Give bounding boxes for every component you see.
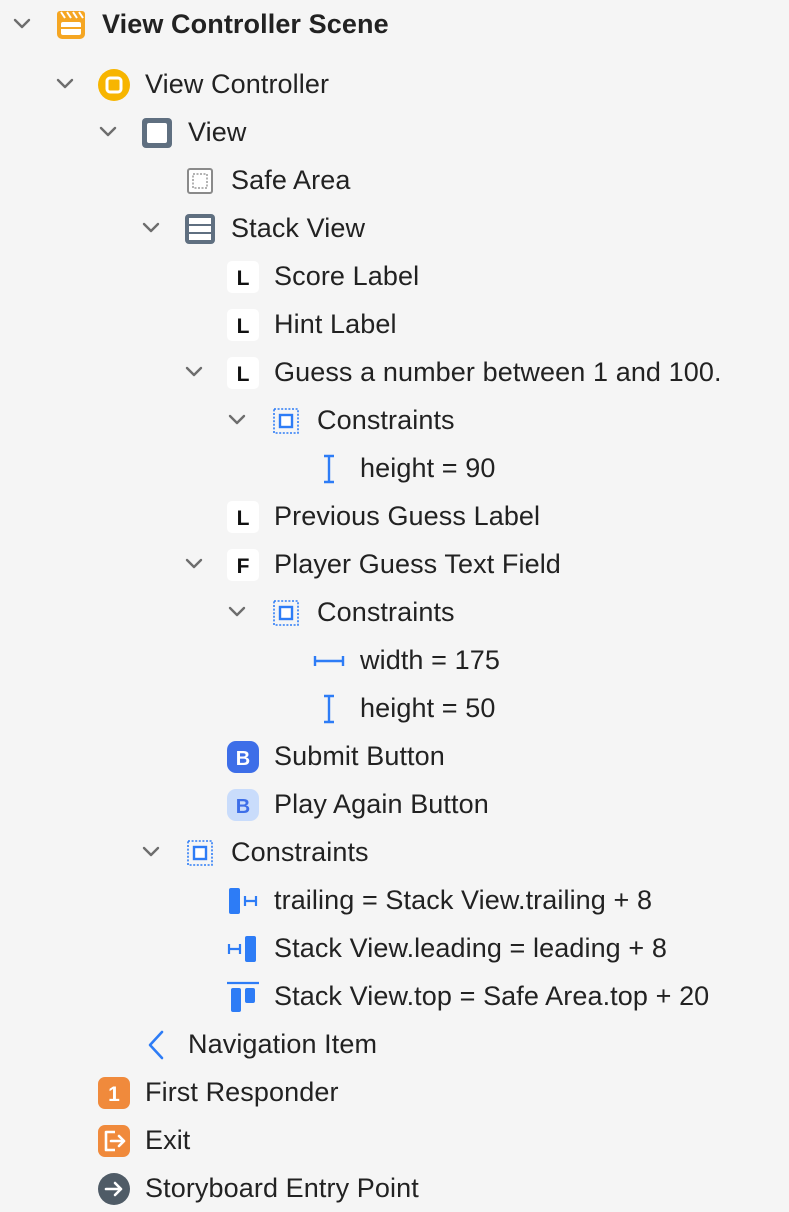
outline-row-constraints[interactable]: Constraints xyxy=(0,396,789,444)
document-outline: View Controller Scene View Controller Vi… xyxy=(0,0,789,1205)
outline-row-label: Player Guess Text Field xyxy=(274,549,561,579)
button-badge-letter: B xyxy=(236,796,250,818)
outline-row-constraints[interactable]: Constraints xyxy=(0,588,789,636)
outline-row-label: View Controller Scene xyxy=(102,9,389,39)
outline-row-play-again-button[interactable]: B Play Again Button xyxy=(0,780,789,828)
storyboard-scene-icon xyxy=(54,8,88,42)
label-icon: L xyxy=(226,260,260,294)
outline-row-previous-guess-label[interactable]: L Previous Guess Label xyxy=(0,492,789,540)
outline-row-score-label[interactable]: L Score Label xyxy=(0,252,789,300)
outline-row-storyboard-entry-point[interactable]: Storyboard Entry Point xyxy=(0,1164,789,1212)
constraints-icon xyxy=(269,596,303,630)
constraints-icon xyxy=(183,836,217,870)
label-badge-letter: L xyxy=(237,363,250,386)
outline-row-label: Constraints xyxy=(231,837,369,867)
leading-constraint-icon xyxy=(226,932,260,966)
outline-row-label: height = 90 xyxy=(360,453,496,483)
chevron-down-icon[interactable] xyxy=(184,554,204,574)
outline-row-label: Constraints xyxy=(317,405,455,435)
trailing-constraint-icon xyxy=(226,884,260,918)
outline-row-first-responder[interactable]: 1 First Responder xyxy=(0,1068,789,1116)
outline-row-stack-view[interactable]: Stack View xyxy=(0,204,789,252)
text-field-badge-letter: F xyxy=(237,555,250,578)
exit-icon xyxy=(97,1124,131,1158)
top-constraint-icon xyxy=(226,980,260,1014)
outline-row-hint-label[interactable]: L Hint Label xyxy=(0,300,789,348)
outline-row-navigation-item[interactable]: Navigation Item xyxy=(0,1020,789,1068)
navigation-item-icon xyxy=(140,1028,174,1062)
label-icon: L xyxy=(226,308,260,342)
storyboard-entry-point-icon xyxy=(97,1172,131,1206)
chevron-down-icon[interactable] xyxy=(55,74,75,94)
button-icon: B xyxy=(226,740,260,774)
outline-row-label: Submit Button xyxy=(274,741,445,771)
chevron-down-icon[interactable] xyxy=(12,14,32,34)
label-badge-letter: L xyxy=(237,267,250,290)
outline-row-view-controller[interactable]: View Controller xyxy=(0,60,789,108)
outline-row-label: Play Again Button xyxy=(274,789,489,819)
view-icon xyxy=(140,116,174,150)
outline-row-label: Exit xyxy=(145,1125,191,1155)
chevron-down-icon[interactable] xyxy=(98,122,118,142)
outline-row-label: trailing = Stack View.trailing + 8 xyxy=(274,885,653,915)
outline-row-label: Safe Area xyxy=(231,165,351,195)
outline-row-label: View Controller xyxy=(145,69,330,99)
chevron-down-icon[interactable] xyxy=(184,362,204,382)
outline-row-label: Guess a number between 1 and 100. xyxy=(274,357,722,387)
label-badge-letter: L xyxy=(237,315,250,338)
outline-row-player-guess-text-field[interactable]: F Player Guess Text Field xyxy=(0,540,789,588)
text-field-icon: F xyxy=(226,548,260,582)
safe-area-icon xyxy=(183,164,217,198)
outline-row-label: View xyxy=(188,117,247,147)
outline-row-guess-label[interactable]: L Guess a number between 1 and 100. xyxy=(0,348,789,396)
outline-row-label: Stack View xyxy=(231,213,366,243)
first-responder-badge-number: 1 xyxy=(108,1083,120,1106)
button-badge-letter: B xyxy=(236,748,250,770)
outline-row-label: Score Label xyxy=(274,261,420,291)
outline-row-top-constraint[interactable]: Stack View.top = Safe Area.top + 20 xyxy=(0,972,789,1020)
outline-row-trailing-constraint[interactable]: trailing = Stack View.trailing + 8 xyxy=(0,876,789,924)
chevron-down-icon[interactable] xyxy=(141,842,161,862)
outline-row-label: width = 175 xyxy=(360,645,500,675)
outline-row-view[interactable]: View xyxy=(0,108,789,156)
label-icon: L xyxy=(226,356,260,390)
outline-row-width-constraint[interactable]: width = 175 xyxy=(0,636,789,684)
height-constraint-icon xyxy=(312,692,346,726)
outline-row-label: First Responder xyxy=(145,1077,339,1107)
height-constraint-icon xyxy=(312,452,346,486)
outline-row-label: Previous Guess Label xyxy=(274,501,541,531)
first-responder-icon: 1 xyxy=(97,1076,131,1110)
outline-row-label: Constraints xyxy=(317,597,455,627)
outline-row-label: Stack View.leading = leading + 8 xyxy=(274,933,667,963)
outline-row-constraints[interactable]: Constraints xyxy=(0,828,789,876)
outline-row-view-controller-scene[interactable]: View Controller Scene xyxy=(0,0,789,48)
width-constraint-icon xyxy=(312,644,346,678)
outline-row-label: height = 50 xyxy=(360,693,496,723)
button-light-icon: B xyxy=(226,788,260,822)
outline-row-label: Navigation Item xyxy=(188,1029,378,1059)
chevron-down-icon[interactable] xyxy=(227,602,247,622)
outline-row-label: Stack View.top = Safe Area.top + 20 xyxy=(274,981,710,1011)
outline-row-safe-area[interactable]: Safe Area xyxy=(0,156,789,204)
outline-row-submit-button[interactable]: B Submit Button xyxy=(0,732,789,780)
outline-row-exit[interactable]: Exit xyxy=(0,1116,789,1164)
chevron-down-icon[interactable] xyxy=(141,218,161,238)
label-badge-letter: L xyxy=(237,507,250,530)
outline-row-height-constraint[interactable]: height = 50 xyxy=(0,684,789,732)
stack-view-icon xyxy=(183,212,217,246)
outline-row-leading-constraint[interactable]: Stack View.leading = leading + 8 xyxy=(0,924,789,972)
constraints-icon xyxy=(269,404,303,438)
outline-row-label: Storyboard Entry Point xyxy=(145,1173,419,1203)
outline-row-height-constraint[interactable]: height = 90 xyxy=(0,444,789,492)
outline-row-label: Hint Label xyxy=(274,309,397,339)
chevron-down-icon[interactable] xyxy=(227,410,247,430)
view-controller-icon xyxy=(97,68,131,102)
label-icon: L xyxy=(226,500,260,534)
